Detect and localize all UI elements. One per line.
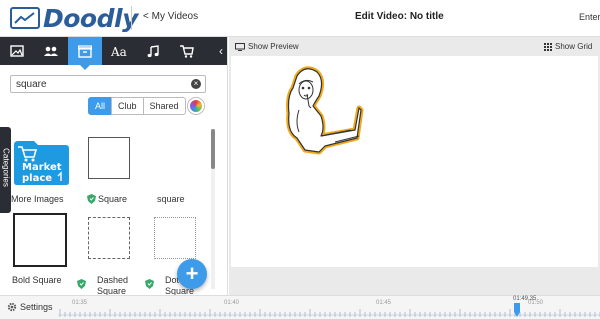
doodly-editor: Doodly < My Videos Edit Video: No title … bbox=[0, 0, 600, 319]
square-thumbnail[interactable] bbox=[88, 137, 130, 179]
more-images-caption: More Images bbox=[11, 194, 64, 204]
timeline-track[interactable]: 01:35 01:40 01:45 01:50 01:49.35 bbox=[58, 296, 600, 319]
header-divider bbox=[131, 6, 132, 30]
logo-chart-icon bbox=[10, 7, 40, 29]
show-preview-button[interactable]: Show Preview bbox=[235, 42, 299, 51]
collapse-panel-button[interactable]: ‹ bbox=[214, 37, 227, 65]
settings-button[interactable]: Settings bbox=[7, 302, 53, 312]
people-icon bbox=[44, 46, 58, 56]
dotted-square-thumbnail[interactable] bbox=[154, 217, 196, 259]
tab-text[interactable]: Aa bbox=[102, 37, 136, 65]
filter-all-button[interactable]: All bbox=[88, 97, 113, 115]
show-preview-label: Show Preview bbox=[248, 42, 299, 51]
timeline-bar: Settings 01:35 01:40 01:45 01:50 01:49.3… bbox=[0, 295, 600, 319]
filter-club-button[interactable]: Club bbox=[111, 97, 144, 115]
categories-label: Categories bbox=[1, 148, 11, 187]
asset-library-panel: Aa ‹ × All Club Shared Categories bbox=[0, 37, 228, 295]
playhead-handle[interactable] bbox=[514, 303, 520, 317]
timeline-tick-label: 01:35 bbox=[72, 300, 88, 306]
svg-text:Aa: Aa bbox=[111, 45, 127, 57]
search-input[interactable] bbox=[10, 75, 206, 93]
categories-toggle[interactable]: Categories bbox=[0, 127, 11, 213]
tab-music[interactable] bbox=[136, 37, 170, 65]
logo-text: Doodly bbox=[43, 3, 138, 33]
grid-icon bbox=[544, 42, 552, 51]
dashed-square-caption: Dashed Square bbox=[97, 275, 129, 295]
timeline-tick-label: 01:45 bbox=[376, 300, 392, 306]
filter-buttons: All Club Shared bbox=[88, 97, 186, 115]
clear-search-icon[interactable]: × bbox=[191, 79, 201, 89]
bold-square-caption: Bold Square bbox=[12, 275, 62, 285]
doodly-logo[interactable]: Doodly bbox=[10, 3, 138, 33]
library-tabbar: Aa ‹ bbox=[0, 37, 227, 70]
tab-images[interactable] bbox=[0, 37, 34, 65]
stage-toolbar: Show Preview Show Grid bbox=[229, 37, 600, 55]
bold-square-thumbnail[interactable] bbox=[13, 213, 67, 267]
color-filter-icon[interactable] bbox=[188, 98, 204, 114]
show-grid-button[interactable]: Show Grid bbox=[544, 42, 592, 51]
tab-props[interactable] bbox=[68, 37, 102, 70]
marketplace-line1: Market bbox=[22, 162, 62, 173]
library-scroll-thumb[interactable] bbox=[211, 129, 215, 169]
playhead-time: 01:49.35 bbox=[513, 296, 537, 302]
club-shield-icon bbox=[87, 194, 96, 204]
tab-store[interactable] bbox=[170, 37, 204, 65]
account-menu[interactable]: Enterp bbox=[579, 12, 600, 22]
settings-label: Settings bbox=[20, 302, 53, 312]
square-lowercase-caption: square bbox=[157, 194, 185, 204]
timeline-tick-label: 01:40 bbox=[224, 300, 240, 306]
props-icon bbox=[78, 44, 92, 58]
video-canvas[interactable] bbox=[231, 56, 598, 267]
marketplace-icon: Market place bbox=[14, 141, 69, 185]
top-header: Doodly < My Videos Edit Video: No title … bbox=[0, 0, 600, 37]
woman-with-laptop-image[interactable] bbox=[275, 66, 365, 166]
stage-area: Show Preview Show Grid bbox=[229, 37, 600, 295]
gear-icon bbox=[7, 302, 17, 312]
my-videos-link[interactable]: < My Videos bbox=[143, 11, 198, 22]
tab-characters[interactable] bbox=[34, 37, 68, 65]
square-caption: Square bbox=[98, 194, 128, 204]
image-icon bbox=[10, 45, 24, 57]
club-shield-icon bbox=[77, 279, 86, 289]
show-grid-label: Show Grid bbox=[555, 42, 593, 51]
club-shield-icon bbox=[145, 279, 154, 289]
add-asset-button[interactable]: + bbox=[177, 259, 207, 289]
page-title: Edit Video: No title bbox=[355, 11, 444, 22]
text-icon: Aa bbox=[111, 45, 127, 57]
dashed-square-thumbnail[interactable] bbox=[88, 217, 130, 259]
marketplace-tile[interactable]: Market place bbox=[12, 137, 70, 185]
filter-shared-button[interactable]: Shared bbox=[142, 97, 186, 115]
marketplace-line2: place bbox=[22, 173, 52, 184]
monitor-icon bbox=[235, 42, 245, 51]
music-icon bbox=[147, 44, 159, 57]
cart-icon bbox=[180, 44, 194, 58]
